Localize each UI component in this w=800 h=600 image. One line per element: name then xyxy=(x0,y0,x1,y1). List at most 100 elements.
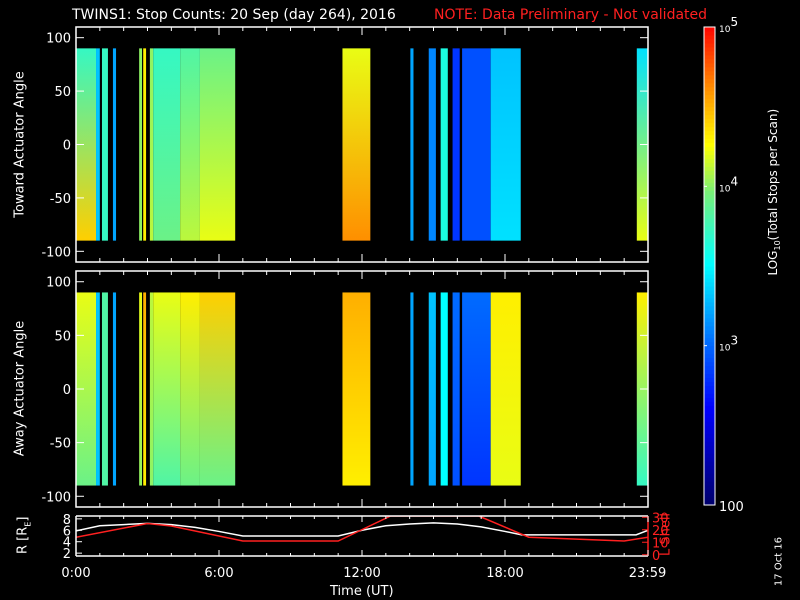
colorbar-swatch xyxy=(704,82,715,88)
spectrogram-column xyxy=(101,48,108,241)
colorbar-swatch xyxy=(704,34,715,40)
spectrogram-column xyxy=(143,48,147,241)
colorbar-swatch xyxy=(704,489,715,494)
colorbar-swatch xyxy=(704,413,715,418)
colorbar-swatch xyxy=(704,262,715,267)
colorbar-swatch xyxy=(704,86,715,92)
colorbar-swatch xyxy=(704,190,715,195)
colorbar-swatch xyxy=(704,222,715,227)
colorbar-label: LOG10(Total Stops per Scan) xyxy=(765,108,783,276)
colorbar-swatch xyxy=(704,381,715,386)
x-tick-label: 0:00 xyxy=(61,566,90,581)
date-stamp: 17 Oct 16 xyxy=(773,536,785,587)
colorbar-swatch xyxy=(704,401,715,406)
colorbar-swatch xyxy=(704,94,715,100)
colorbar-swatch xyxy=(704,38,715,44)
r-ylabel: R [RE] xyxy=(15,516,33,555)
y-tick-label: -100 xyxy=(41,245,71,260)
colorbar-swatch xyxy=(704,238,715,243)
colorbar-swatch xyxy=(704,449,715,454)
y-tick-label: 100 xyxy=(46,32,71,47)
colorbar-swatch xyxy=(704,365,715,371)
colorbar-swatch xyxy=(704,210,715,215)
colorbar-swatch xyxy=(704,218,715,223)
colorbar-swatch xyxy=(704,493,715,498)
colorbar-swatch xyxy=(704,130,715,136)
colorbar-swatch xyxy=(704,102,715,108)
y-tick-label: 100 xyxy=(46,276,71,291)
colorbar-swatch xyxy=(704,429,715,434)
time-xlabel: Time (UT) xyxy=(330,584,394,599)
colorbar-swatch xyxy=(704,273,715,279)
colorbar-swatch xyxy=(704,281,715,287)
colorbar-swatch xyxy=(704,166,715,171)
spectrogram-column xyxy=(139,48,143,241)
spectrogram-column xyxy=(410,292,414,486)
colorbar-swatch xyxy=(704,142,715,147)
colorbar-swatch xyxy=(704,134,715,140)
spectrogram-column xyxy=(101,292,108,486)
colorbar-swatch xyxy=(704,317,715,323)
colorbar-swatch xyxy=(704,373,715,379)
colorbar-swatch xyxy=(704,110,715,116)
colorbar-swatch xyxy=(704,178,715,183)
colorbar-swatch xyxy=(704,285,715,291)
y-tick-label: 50 xyxy=(54,329,71,344)
colorbar-swatch xyxy=(704,433,715,438)
spectrogram-column xyxy=(112,48,117,241)
colorbar-swatch xyxy=(704,186,715,191)
lshell-ylabel: L Shell xyxy=(658,512,674,557)
y-tick-label: 0 xyxy=(63,383,71,398)
spectrogram-column xyxy=(199,292,236,486)
colorbar-tick-label: 100 xyxy=(719,500,744,515)
spectrogram-column xyxy=(428,292,436,486)
colorbar-swatch xyxy=(704,469,715,474)
colorbar-swatch xyxy=(704,106,715,112)
spectrogram-column xyxy=(410,48,414,241)
colorbar-swatch xyxy=(704,477,715,482)
colorbar-swatch xyxy=(704,417,715,422)
x-tick-label: 12:00 xyxy=(343,566,380,581)
x-tick-label: 23:59 xyxy=(629,566,666,581)
spectrogram-column xyxy=(180,292,200,486)
spectrogram-column xyxy=(199,48,236,241)
colorbar-swatch xyxy=(704,98,715,104)
colorbar-swatch xyxy=(704,293,715,299)
colorbar-swatch xyxy=(704,485,715,490)
colorbar-swatch xyxy=(704,230,715,235)
spectrogram-column xyxy=(143,292,147,486)
colorbar-swatch xyxy=(704,465,715,470)
colorbar-swatch xyxy=(704,78,715,84)
colorbar-swatch xyxy=(704,162,715,167)
colorbar-swatch xyxy=(704,409,715,414)
y-tick-label: -50 xyxy=(50,437,71,452)
y-tick-label: -100 xyxy=(41,490,71,505)
colorbar-swatch xyxy=(704,146,715,151)
colorbar-swatch xyxy=(704,453,715,458)
colorbar-swatch xyxy=(704,138,715,144)
colorbar-swatch xyxy=(704,497,715,502)
spectrogram-column xyxy=(490,292,521,486)
spectrogram-column xyxy=(462,292,491,486)
plot-canvas: 100500-50-100100500-50-100864230201000:0… xyxy=(41,15,744,581)
colorbar-swatch xyxy=(704,206,715,211)
colorbar-swatch xyxy=(704,369,715,375)
colorbar-swatch xyxy=(704,46,715,52)
colorbar-swatch xyxy=(704,297,715,303)
colorbar-swatch xyxy=(704,118,715,124)
colorbar-swatch xyxy=(704,194,715,199)
colorbar-swatch xyxy=(704,441,715,446)
colorbar-swatch xyxy=(704,114,715,120)
colorbar-swatch xyxy=(704,309,715,315)
colorbar-swatch xyxy=(704,289,715,295)
colorbar-swatch xyxy=(704,198,715,203)
spectrogram-column xyxy=(153,292,181,486)
colorbar-swatch xyxy=(704,246,715,251)
x-tick-label: 18:00 xyxy=(486,566,523,581)
away-ylabel: Away Actuator Angle xyxy=(12,320,28,457)
spectrogram-column xyxy=(149,292,154,486)
colorbar-swatch xyxy=(704,425,715,430)
spectrogram-column xyxy=(153,48,181,241)
colorbar-swatch xyxy=(704,202,715,207)
colorbar-swatch xyxy=(704,27,715,32)
